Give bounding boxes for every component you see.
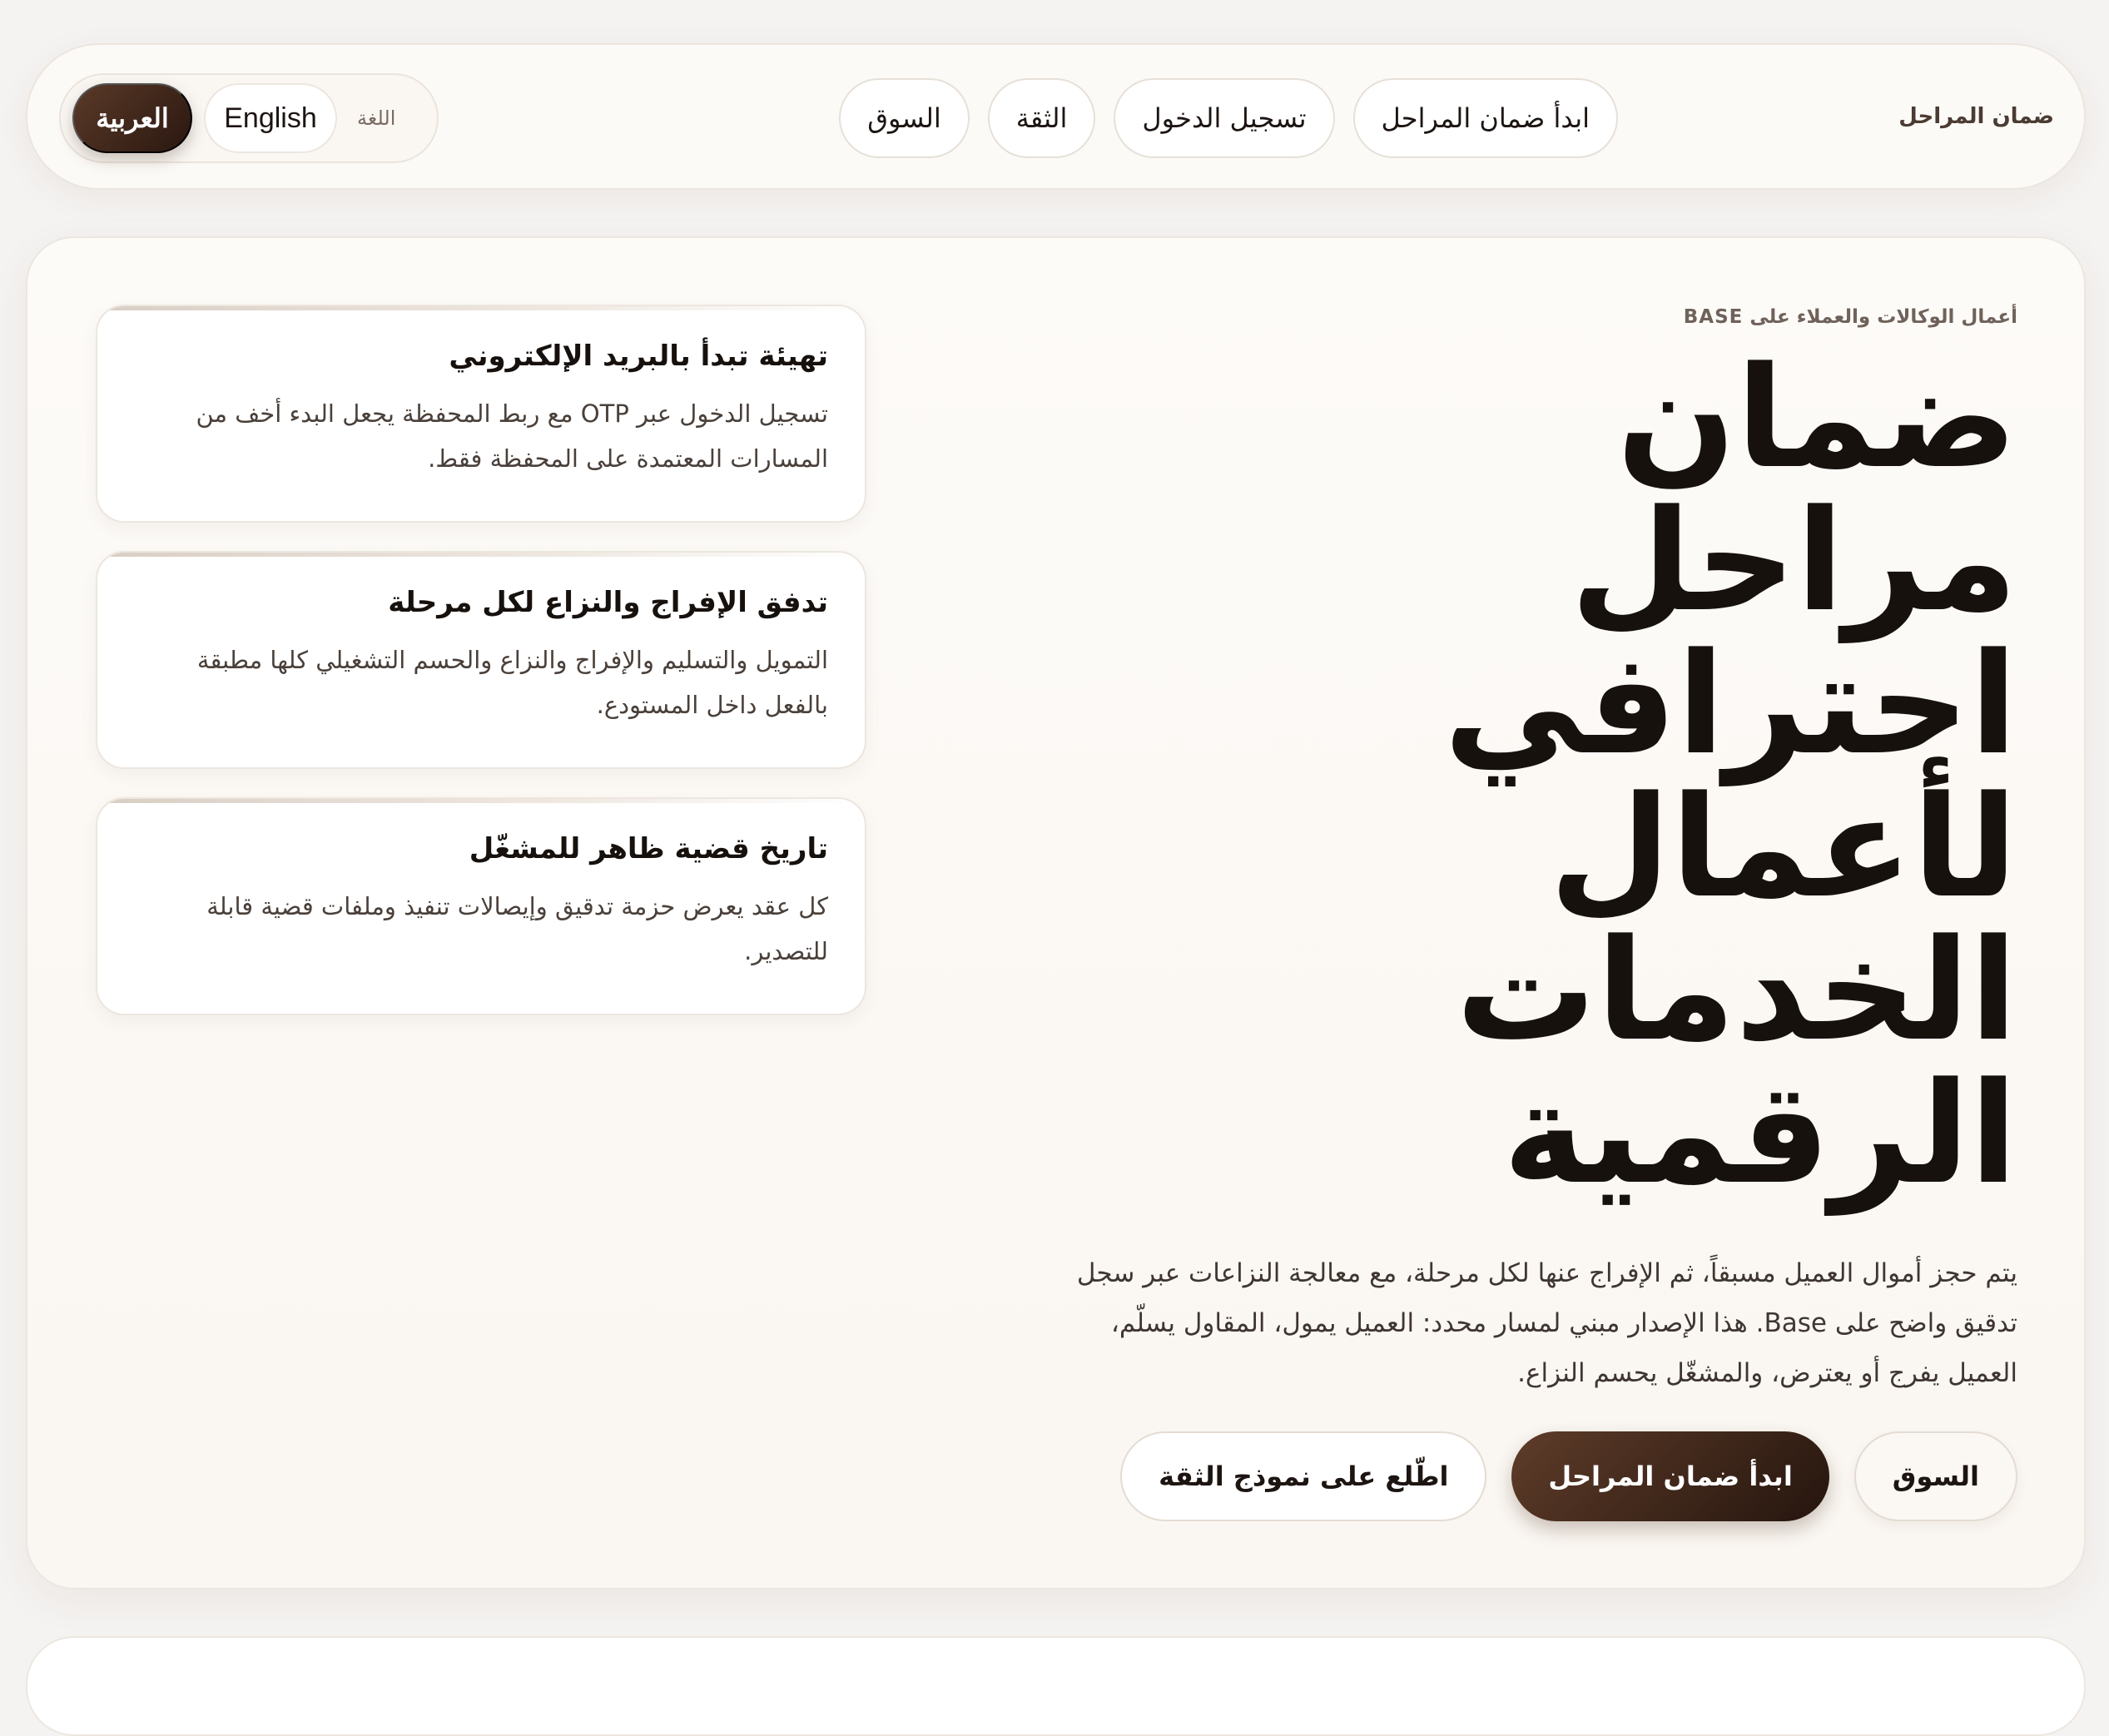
language-label: اللغة [357,107,396,130]
feature-body: التمويل والتسليم والإفراج والنزاع والحسم… [196,646,828,719]
feature-cards: تهيئة تبدأ بالبريد الإلكتروني تسجيل الدخ… [96,305,866,1044]
nav-trust-link[interactable]: الثقة [987,78,1096,158]
hero-actions: السوق ابدأ ضمان المراحل اطّلع على نموذج … [1120,1431,2017,1521]
language-arabic-button[interactable]: العربية [72,83,192,153]
hero-description: يتم حجز أموال العميل مسبقاً، ثم الإفراج … [1076,1258,2017,1388]
nav-market-link[interactable]: السوق [839,78,970,158]
feature-title: تهيئة تبدأ بالبريد الإلكتروني [449,340,828,373]
language-switcher: العربية English اللغة [59,73,439,163]
headline-line: ضمان [1616,336,2019,499]
headline-line: احترافي [1443,622,2019,786]
feature-card-email-onboarding: تهيئة تبدأ بالبريد الإلكتروني تسجيل الدخ… [96,305,866,523]
feature-body: تسجيل الدخول عبر OTP مع ربط المحفظة يجعل… [196,399,828,473]
headline-line: مراحل [1570,479,2019,642]
language-english-button[interactable]: English [204,83,337,153]
feature-card-case-history: تاريخ قضية ظاهر للمشغّل كل عقد يعرض حزمة… [96,797,866,1015]
headline-line: الخدمات [1456,909,2019,1072]
headline-line: الرقمية [1502,1052,2019,1215]
feature-body: كل عقد يعرض حزمة تدقيق وإيصالات تنفيذ وم… [206,892,828,965]
nav-login-link[interactable]: تسجيل الدخول [1114,78,1335,158]
next-section-card [26,1636,2086,1736]
feature-title: تدفق الإفراج والنزاع لكل مرحلة [388,586,828,619]
feature-title: تاريخ قضية ظاهر للمشغّل [469,832,828,866]
brand-name[interactable]: ضمان المراحل [1898,45,2054,188]
start-escrow-button[interactable]: ابدأ ضمان المراحل [1511,1431,1829,1521]
main-nav: السوق الثقة تسجيل الدخول ابدأ ضمان المرا… [839,78,1618,158]
feature-card-release-dispute: تدفق الإفراج والنزاع لكل مرحلة التمويل و… [96,551,866,769]
headline-line: لأعمال [1549,766,2019,929]
trust-model-button[interactable]: اطّلع على نموذج الثقة [1120,1431,1487,1521]
hero-eyebrow: أعمال الوكالات والعملاء على BASE [1683,306,2017,328]
market-button[interactable]: السوق [1853,1431,2017,1521]
hero-section: أعمال الوكالات والعملاء على BASE ضمان مر… [26,236,2086,1590]
hero-headline: ضمان مراحل احترافي لأعمال الخدمات الرقمي… [1268,336,2019,1215]
top-navigation: ضمان المراحل السوق الثقة تسجيل الدخول اب… [26,43,2086,190]
nav-start-escrow-link[interactable]: ابدأ ضمان المراحل [1352,78,1618,158]
